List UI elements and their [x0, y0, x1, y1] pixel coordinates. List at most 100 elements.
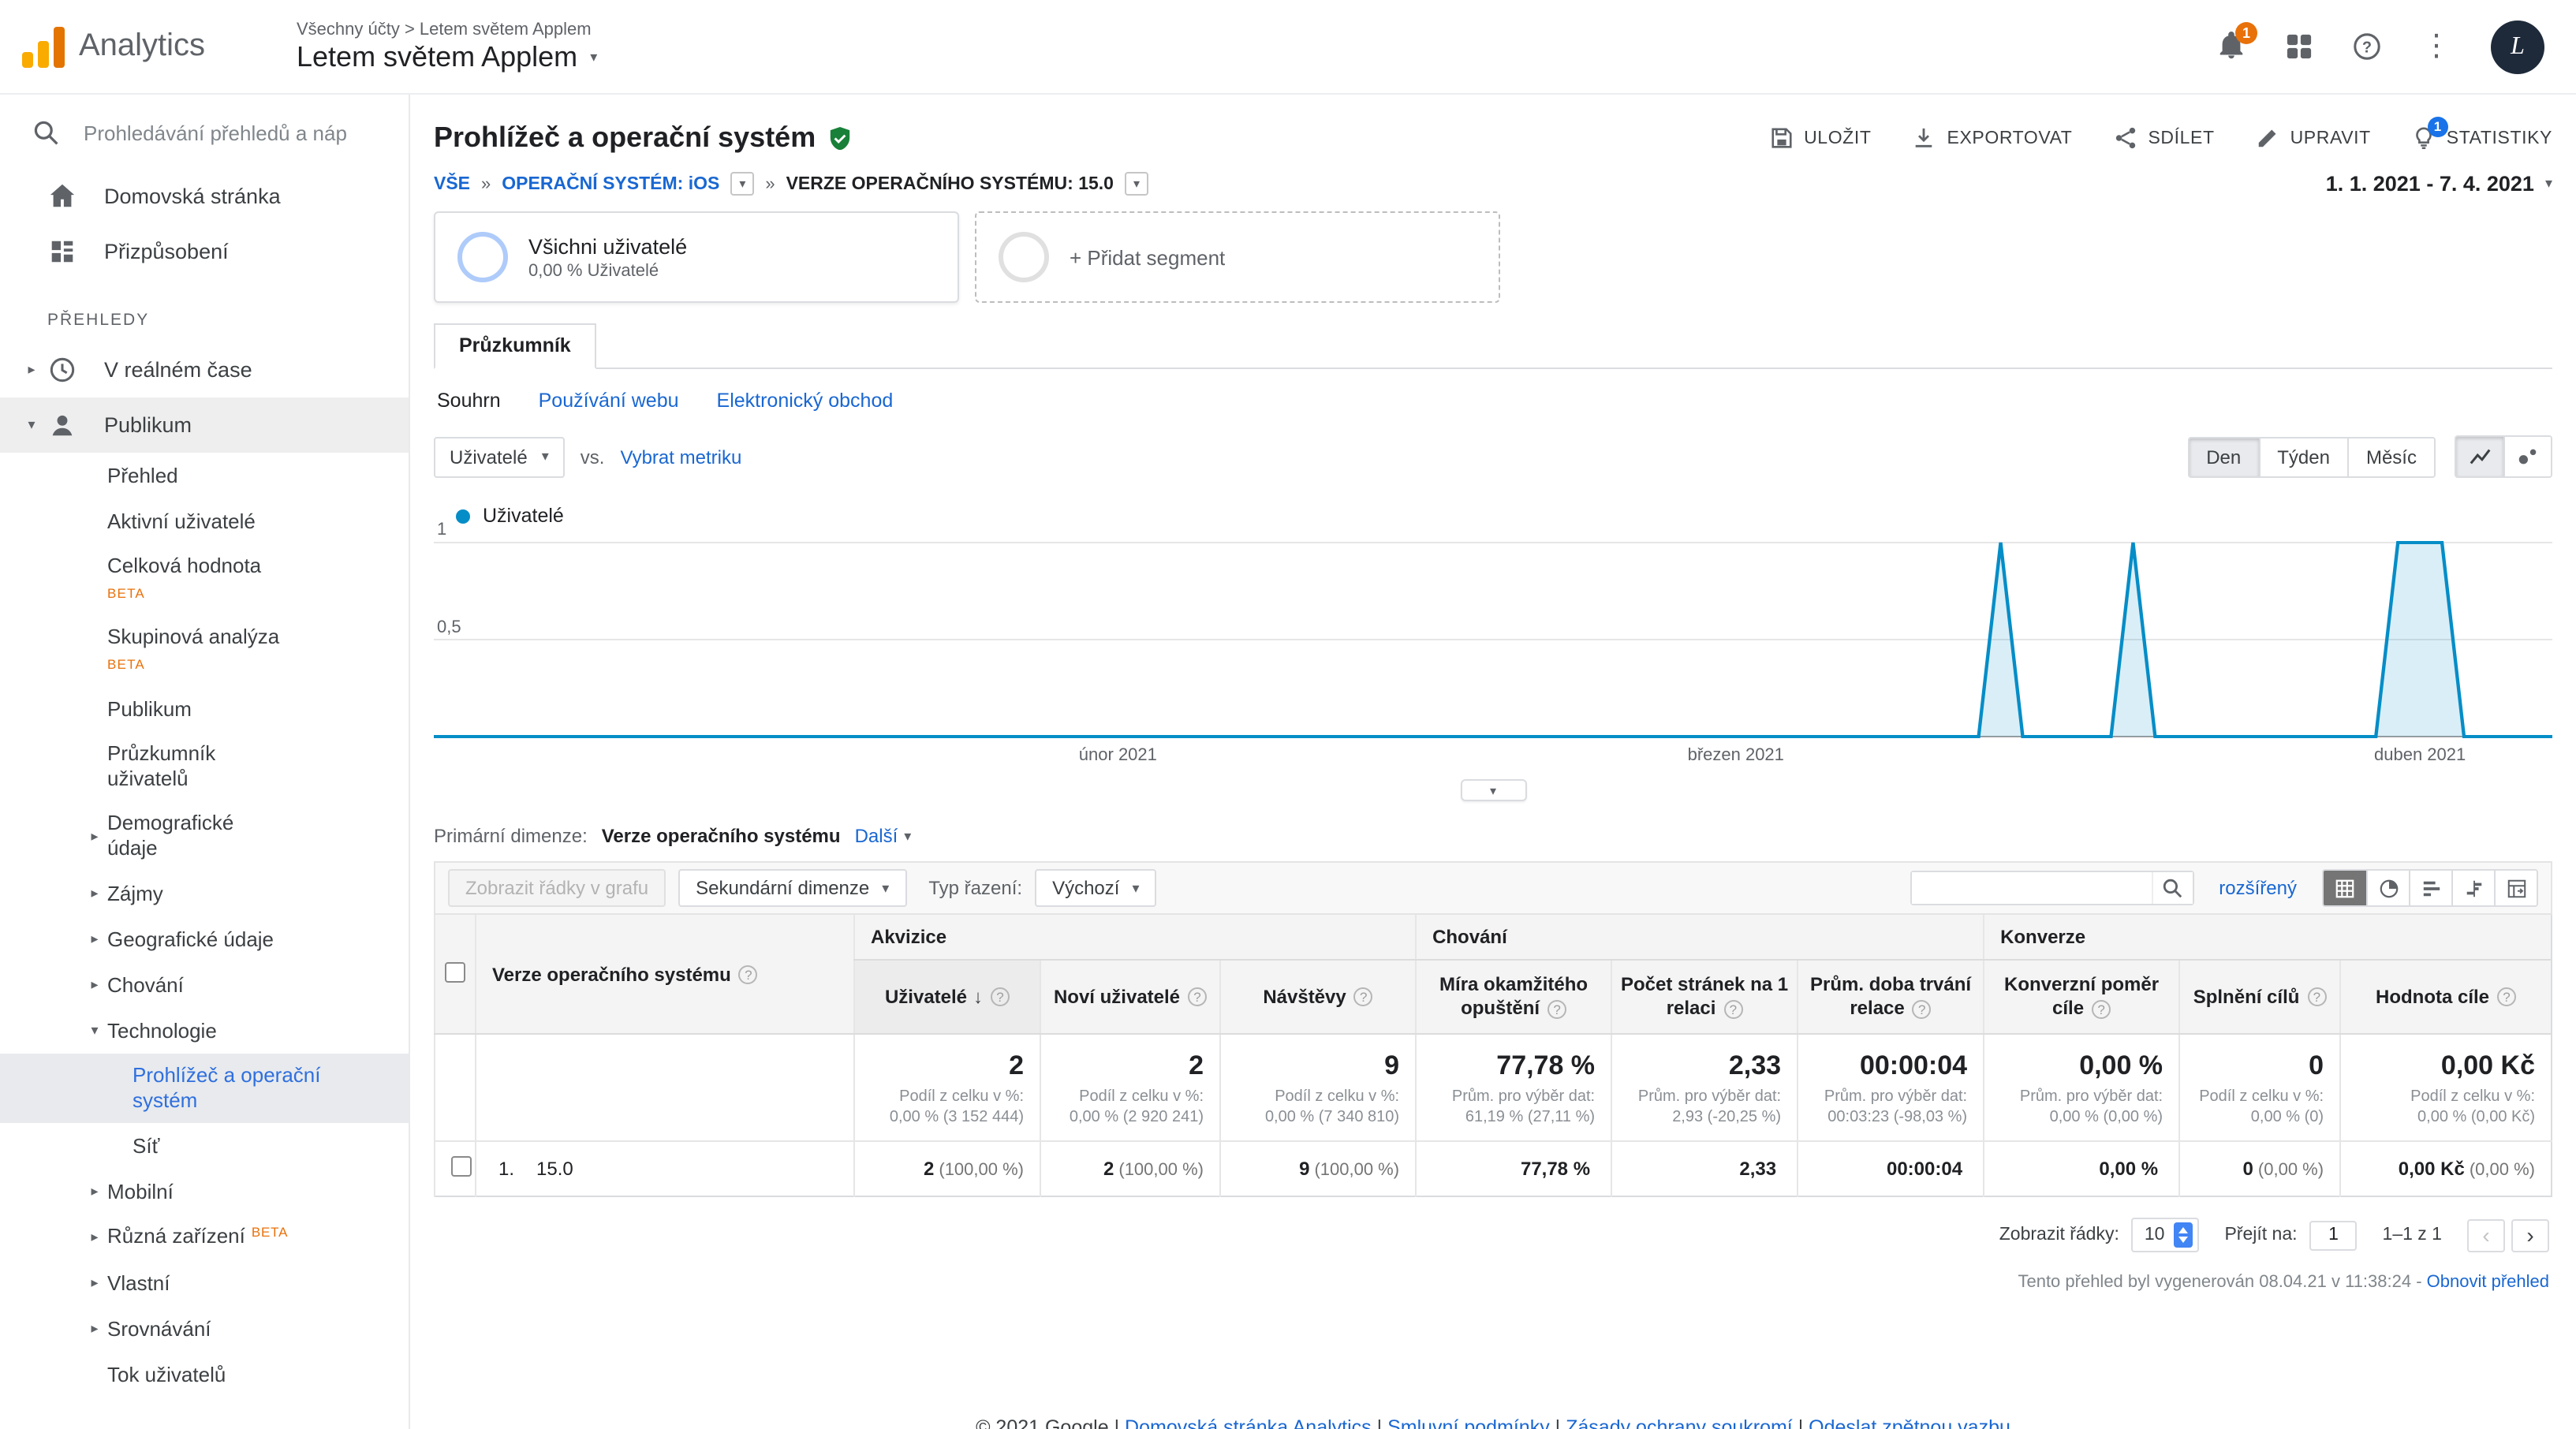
sidebar-item-audiences[interactable]: Publikum — [0, 686, 409, 732]
granularity-week[interactable]: Týden — [2258, 438, 2347, 476]
tab-explorer[interactable]: Průzkumník — [434, 323, 596, 369]
help-icon[interactable]: ? — [2497, 988, 2516, 1007]
sidebar-item-technology[interactable]: ▾ Technologie — [0, 1008, 409, 1054]
sidebar-item-lifetime-value[interactable]: Celková hodnotaBETA — [0, 544, 409, 615]
column-header-sessions[interactable]: Návštěvy? — [1220, 960, 1416, 1034]
help-icon[interactable]: ? — [2092, 1000, 2111, 1019]
sidebar-item-active-users[interactable]: Aktivní uživatelé — [0, 498, 409, 544]
sidebar-item-interests[interactable]: ▸ Zájmy — [0, 871, 409, 916]
apps-grid-button[interactable] — [2286, 33, 2313, 60]
add-segment-button[interactable]: + Přidat segment — [975, 211, 1500, 303]
select-all-checkbox[interactable] — [445, 961, 465, 982]
filter-all[interactable]: VŠE — [434, 174, 470, 193]
data-view-button[interactable] — [2324, 871, 2366, 905]
date-range-picker[interactable]: 1. 1. 2021 - 7. 4. 2021 ▾ — [2326, 172, 2552, 196]
filter-os-dropdown[interactable]: ▾ — [730, 172, 754, 196]
help-icon[interactable]: ? — [1723, 1000, 1742, 1019]
granularity-month[interactable]: Měsíc — [2347, 438, 2434, 476]
comparison-view-button[interactable] — [2451, 871, 2494, 905]
column-header-goal-value[interactable]: Hodnota cíle? — [2340, 960, 2552, 1034]
footer-link-feedback[interactable]: Odeslat zpětnou vazbu — [1809, 1416, 2010, 1429]
sidebar-item-users-flow[interactable]: Tok uživatelů — [0, 1352, 409, 1397]
filter-os[interactable]: OPERAČNÍ SYSTÉM: iOS — [502, 174, 719, 193]
table-row[interactable]: 1.15.0 2(100,00 %) 2(100,00 %) 9(100,00 … — [435, 1141, 2552, 1196]
footer-link-analytics-home[interactable]: Domovská stránka Analytics — [1125, 1416, 1372, 1429]
property-picker[interactable]: Letem světem Applem ▾ — [297, 40, 597, 73]
goto-page-input[interactable] — [2310, 1220, 2358, 1250]
line-chart-button[interactable] — [2456, 437, 2503, 476]
sidebar-item-custom[interactable]: ▸ Vlastní — [0, 1260, 409, 1306]
advanced-filter-link[interactable]: rozšířený — [2219, 877, 2297, 899]
insights-button[interactable]: 1 STATISTIKY — [2412, 126, 2552, 150]
table-search-input[interactable] — [1911, 872, 2151, 904]
column-header-users[interactable]: Uživatelé↓? — [854, 960, 1040, 1034]
sidebar-item-browser-os[interactable]: Prohlížeč a operační systém — [0, 1054, 409, 1123]
help-icon[interactable]: ? — [739, 966, 758, 985]
filter-os-version[interactable]: VERZE OPERAČNÍHO SYSTÉMU: 15.0 — [786, 174, 1114, 193]
column-header-goal-conversion[interactable]: Konverzní poměr cíle? — [1984, 960, 2179, 1034]
sidebar-item-customization[interactable]: Přizpůsobení — [0, 224, 409, 279]
chart-collapse-button[interactable]: ▾ — [1460, 779, 1526, 801]
column-header-new-users[interactable]: Noví uživatelé? — [1040, 960, 1220, 1034]
sidebar-item-benchmarking[interactable]: ▸ Srovnávání — [0, 1306, 409, 1352]
subtab-site-usage[interactable]: Používání webu — [539, 390, 679, 412]
account-breadcrumb[interactable]: Všechny účty > Letem světem Applem — [297, 20, 597, 39]
secondary-dimension-button[interactable]: Sekundární dimenze ▾ — [678, 869, 906, 907]
rows-per-page-select[interactable]: 10 — [2132, 1218, 2200, 1252]
sidebar-item-network[interactable]: Síť — [0, 1123, 409, 1169]
column-header-dimension[interactable]: Verze operačního systému? — [476, 915, 854, 1034]
segment-all-users[interactable]: Všichni uživatelé 0,00 % Uživatelé — [434, 211, 959, 303]
select-metric-link[interactable]: Vybrat metriku — [620, 446, 741, 468]
primary-dimension-value[interactable]: Verze operačního systému — [602, 825, 841, 847]
edit-button[interactable]: UPRAVIT — [2256, 126, 2371, 150]
next-page-button[interactable]: › — [2511, 1218, 2549, 1252]
help-icon[interactable]: ? — [2307, 988, 2326, 1007]
filter-os-version-dropdown[interactable]: ▾ — [1125, 172, 1148, 196]
row-checkbox[interactable] — [451, 1156, 472, 1177]
granularity-day[interactable]: Den — [2189, 438, 2258, 476]
footer-link-privacy[interactable]: Zásady ochrany soukromí — [1566, 1416, 1793, 1429]
sidebar-item-mobile[interactable]: ▸ Mobilní — [0, 1169, 409, 1214]
help-icon[interactable]: ? — [1188, 988, 1207, 1007]
table-search-button[interactable] — [2151, 872, 2192, 904]
subtab-ecommerce[interactable]: Elektronický obchod — [717, 390, 894, 412]
sort-type-select[interactable]: Výchozí ▾ — [1035, 869, 1156, 907]
sidebar-item-realtime[interactable]: ▸ V reálném čase — [0, 342, 409, 397]
sidebar-search[interactable] — [0, 95, 409, 169]
sidebar-item-cohort[interactable]: Skupinová analýzaBETA — [0, 615, 409, 686]
sidebar-item-audience[interactable]: ▾ Publikum — [0, 397, 409, 453]
refresh-report-link[interactable]: Obnovit přehled — [2427, 1273, 2549, 1292]
subtab-summary[interactable]: Souhrn — [437, 390, 501, 412]
column-header-bounce-rate[interactable]: Míra okamžitého opuštění? — [1416, 960, 1611, 1034]
sidebar-item-cross-device[interactable]: ▸ Různá zařízeníBETA — [0, 1214, 409, 1260]
pivot-view-button[interactable] — [2494, 871, 2537, 905]
sidebar-item-demographics[interactable]: ▸ Demografické údaje — [0, 801, 409, 871]
plot-rows-button[interactable]: Zobrazit řádky v grafu — [448, 869, 666, 907]
column-header-pages-session[interactable]: Počet stránek na 1 relaci? — [1611, 960, 1798, 1034]
column-header-goal-completions[interactable]: Splnění cílů? — [2179, 960, 2340, 1034]
performance-view-button[interactable] — [2409, 871, 2451, 905]
save-button[interactable]: ULOŽIT — [1769, 126, 1871, 150]
help-icon[interactable]: ? — [1354, 988, 1373, 1007]
sidebar-item-geo[interactable]: ▸ Geografické údaje — [0, 916, 409, 962]
sidebar-item-user-explorer[interactable]: Průzkumník uživatelů — [0, 732, 409, 801]
help-icon[interactable]: ? — [1547, 1000, 1566, 1019]
percentage-view-button[interactable] — [2366, 871, 2409, 905]
more-menu-button[interactable]: ⋮ — [2421, 32, 2451, 62]
metric-select[interactable]: Uživatelé ▾ — [434, 436, 565, 477]
help-icon[interactable]: ? — [1913, 1000, 1932, 1019]
sidebar-item-behavior[interactable]: ▸ Chování — [0, 962, 409, 1008]
motion-chart-button[interactable] — [2503, 437, 2551, 476]
prev-page-button[interactable]: ‹ — [2467, 1218, 2505, 1252]
analytics-logo-icon[interactable] — [22, 25, 65, 68]
avatar[interactable]: L — [2491, 20, 2544, 73]
timeseries-chart[interactable]: 10,5 únor 2021březen 2021duben 2021 — [434, 536, 2552, 776]
footer-link-terms[interactable]: Smluvní podmínky — [1387, 1416, 1550, 1429]
share-button[interactable]: SDÍLET — [2113, 126, 2214, 150]
help-button[interactable]: ? — [2352, 32, 2382, 62]
export-button[interactable]: EXPORTOVAT — [1913, 126, 2073, 150]
sidebar-item-overview[interactable]: Přehled — [0, 453, 409, 498]
notifications-button[interactable]: 1 — [2216, 32, 2246, 62]
column-header-session-duration[interactable]: Prům. doba trvání relace? — [1798, 960, 1984, 1034]
more-dimensions-button[interactable]: Další ▾ — [855, 825, 912, 847]
